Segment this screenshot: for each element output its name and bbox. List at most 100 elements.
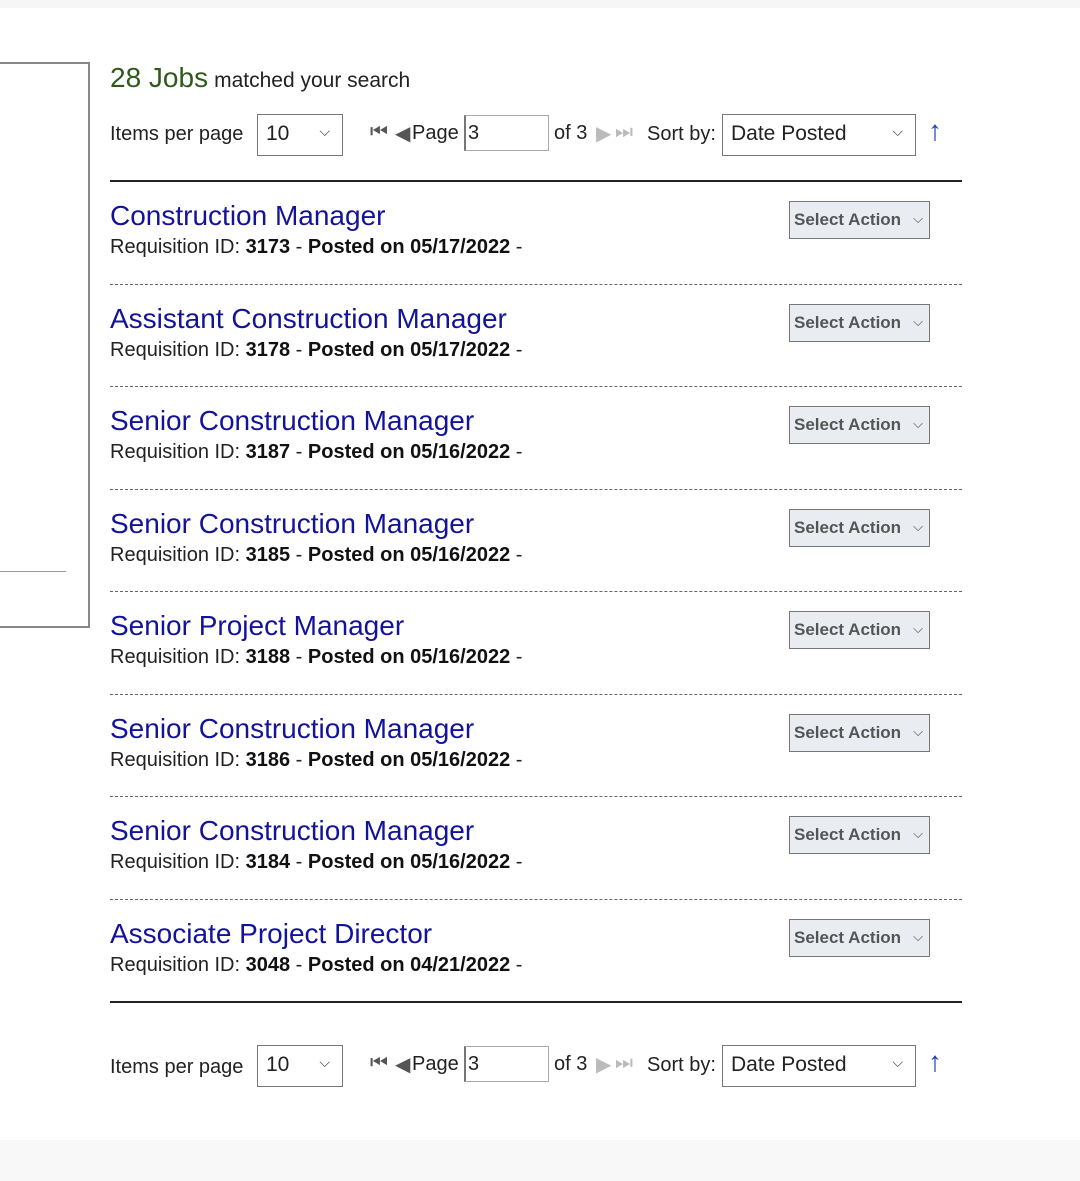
list-item: Senior Construction Manager Requisition …	[110, 490, 962, 592]
job-meta: Requisition ID: 3184 - Posted on 05/16/2…	[110, 851, 523, 873]
select-action-label: Select Action	[794, 722, 902, 742]
results-heading: 28 Jobs matched your search	[110, 62, 410, 94]
select-action-button[interactable]: Select Action ⌵	[789, 611, 930, 649]
job-meta: Requisition ID: 3048 - Posted on 04/21/2…	[110, 953, 523, 976]
job-title-link[interactable]: Construction Manager	[110, 200, 385, 232]
select-action-label: Select Action	[794, 927, 902, 947]
items-per-page-label: Items per page	[110, 123, 244, 145]
filter-panel	[0, 62, 90, 628]
page-number-input[interactable]	[464, 115, 549, 151]
req-id: 3185	[245, 543, 291, 566]
job-meta: Requisition ID: 3185 - Posted on 05/16/2…	[110, 543, 523, 566]
prev-page-icon[interactable]: ◀	[395, 121, 410, 146]
pager-bottom: Items per page 10 ⌵ ⏮ ◀ Page of 3 ▶ ⏭ So…	[110, 1044, 960, 1088]
select-action-button[interactable]: Select Action ⌵	[789, 918, 930, 957]
req-id: 3048	[245, 953, 291, 976]
sort-direction-icon[interactable]: ↑	[928, 1046, 942, 1078]
job-meta: Requisition ID: 3186 - Posted on 05/16/2…	[110, 748, 523, 771]
items-per-page-select[interactable]: 10 ⌵	[257, 1045, 343, 1087]
next-page-icon[interactable]: ▶	[596, 1052, 611, 1077]
req-label: Requisition ID:	[110, 338, 241, 361]
select-action-button[interactable]: Select Action ⌵	[789, 406, 930, 444]
sort-value: Date Posted	[731, 1053, 847, 1076]
req-label: Requisition ID:	[110, 748, 241, 771]
list-item: Associate Project Director Requisition I…	[110, 900, 962, 1003]
job-title-link[interactable]: Associate Project Director	[110, 918, 432, 950]
req-id: 3173	[245, 236, 291, 258]
sort-direction-icon[interactable]: ↑	[928, 115, 942, 147]
page-label: Page	[412, 122, 459, 144]
chevron-down-icon: ⌵	[913, 313, 923, 329]
top-strip	[0, 0, 1080, 8]
select-action-button[interactable]: Select Action ⌵	[789, 303, 930, 342]
page-of-label: of 3	[554, 122, 588, 144]
posted-date: Posted on 04/21/2022	[307, 953, 511, 976]
req-label: Requisition ID:	[110, 953, 241, 976]
items-per-page-value: 10	[266, 122, 290, 145]
select-action-button[interactable]: Select Action ⌵	[789, 816, 930, 854]
req-label: Requisition ID:	[110, 646, 241, 668]
sort-select[interactable]: Date Posted ⌵	[722, 114, 916, 156]
chevron-down-icon: ⌵	[913, 723, 923, 739]
sort-value: Date Posted	[731, 122, 847, 145]
chevron-down-icon: ⌵	[892, 1054, 903, 1070]
req-id: 3187	[245, 441, 291, 463]
list-item: Senior Construction Manager Requisition …	[110, 797, 962, 900]
posted-date: Posted on 05/16/2022	[307, 441, 511, 463]
req-id: 3178	[245, 338, 291, 361]
job-title-link[interactable]: Senior Project Manager	[110, 610, 404, 642]
last-page-icon[interactable]: ⏭	[615, 1052, 633, 1075]
chevron-down-icon: ⌵	[319, 1054, 330, 1070]
job-title-link[interactable]: Assistant Construction Manager	[110, 303, 507, 335]
chevron-down-icon: ⌵	[913, 518, 923, 534]
items-per-page-label: Items per page	[110, 1056, 244, 1078]
results-count: 28 Jobs	[110, 62, 209, 93]
chevron-down-icon: ⌵	[913, 211, 923, 226]
job-title-link[interactable]: Senior Construction Manager	[110, 508, 474, 540]
req-id: 3186	[245, 748, 291, 771]
list-item: Senior Construction Manager Requisition …	[110, 387, 962, 490]
select-action-button[interactable]: Select Action ⌵	[789, 508, 930, 547]
select-action-label: Select Action	[794, 415, 902, 434]
items-per-page-value: 10	[266, 1053, 290, 1076]
next-page-icon[interactable]: ▶	[596, 121, 611, 146]
job-meta: Requisition ID: 3178 - Posted on 05/17/2…	[110, 338, 523, 361]
posted-date: Posted on 05/16/2022	[307, 543, 511, 566]
pager-top: Items per page 10 ⌵ ⏮ ◀ Page of 3 ▶ ⏭ So…	[110, 113, 960, 157]
job-meta: Requisition ID: 3173 - Posted on 05/17/2…	[110, 236, 523, 258]
posted-date: Posted on 05/17/2022	[307, 236, 511, 258]
list-item: Assistant Construction Manager Requisiti…	[110, 285, 962, 387]
select-action-label: Select Action	[794, 825, 902, 844]
job-title-link[interactable]: Senior Construction Manager	[110, 713, 474, 745]
job-title-link[interactable]: Senior Construction Manager	[110, 405, 474, 437]
chevron-down-icon: ⌵	[892, 123, 903, 139]
job-meta: Requisition ID: 3187 - Posted on 05/16/2…	[110, 441, 523, 463]
select-action-label: Select Action	[794, 517, 902, 537]
select-action-button[interactable]: Select Action ⌵	[789, 201, 930, 239]
list-item: Senior Construction Manager Requisition …	[110, 695, 962, 797]
req-id: 3188	[245, 646, 291, 668]
req-label: Requisition ID:	[110, 236, 241, 258]
bottom-strip	[0, 1140, 1080, 1181]
results-suffix: matched your search	[214, 69, 411, 92]
items-per-page-select[interactable]: 10 ⌵	[257, 114, 343, 156]
sort-label: Sort by:	[647, 123, 716, 145]
chevron-down-icon: ⌵	[319, 123, 330, 139]
job-title-link[interactable]: Senior Construction Manager	[110, 815, 474, 847]
select-action-label: Select Action	[794, 620, 902, 639]
first-page-icon[interactable]: ⏮	[370, 1052, 388, 1075]
posted-date: Posted on 05/16/2022	[307, 748, 511, 771]
filter-divider	[0, 571, 66, 572]
list-item: Construction Manager Requisition ID: 317…	[110, 182, 962, 285]
req-label: Requisition ID:	[110, 543, 241, 566]
prev-page-icon[interactable]: ◀	[395, 1052, 410, 1077]
req-label: Requisition ID:	[110, 441, 241, 463]
req-label: Requisition ID:	[110, 851, 241, 873]
sort-label: Sort by:	[647, 1054, 716, 1076]
first-page-icon[interactable]: ⏮	[370, 121, 388, 144]
last-page-icon[interactable]: ⏭	[615, 121, 633, 144]
sort-select[interactable]: Date Posted ⌵	[722, 1045, 916, 1087]
posted-date: Posted on 05/17/2022	[307, 338, 511, 361]
page-number-input[interactable]	[464, 1046, 549, 1082]
select-action-button[interactable]: Select Action ⌵	[789, 713, 930, 752]
